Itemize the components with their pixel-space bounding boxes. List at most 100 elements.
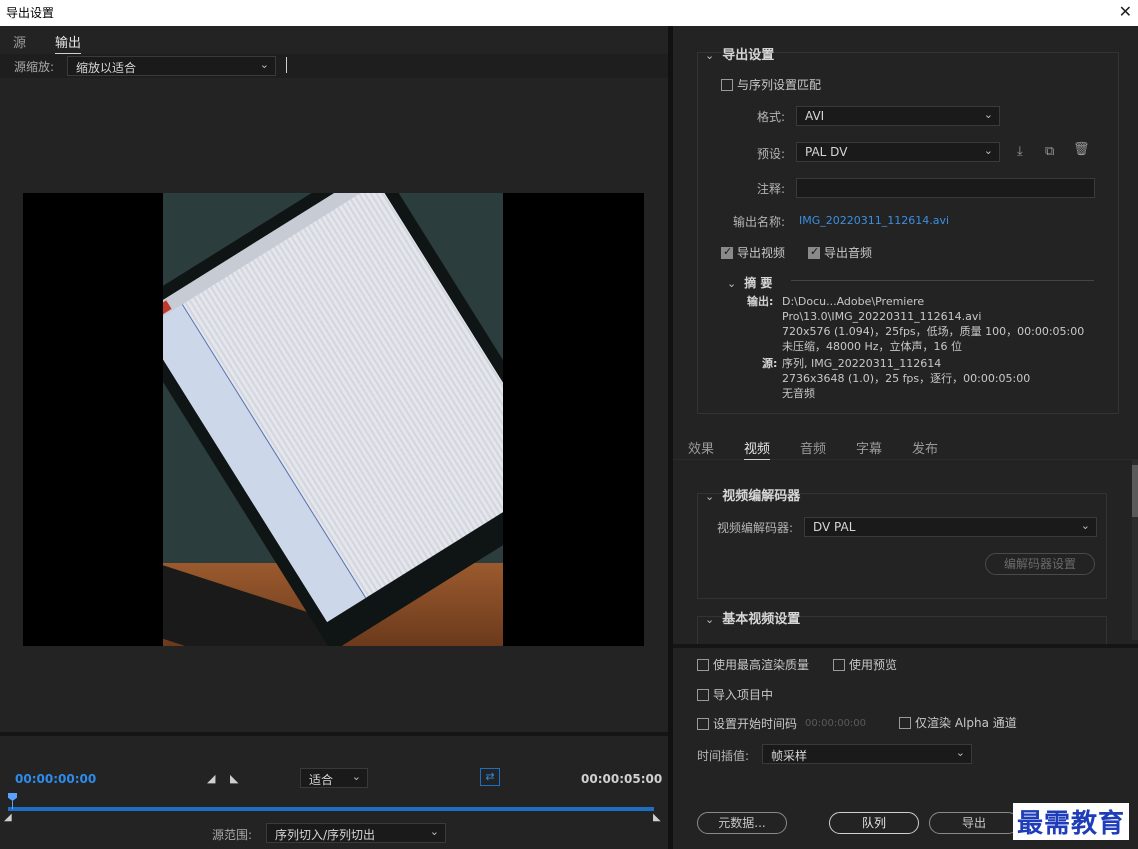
save-preset-icon[interactable]: ⤓ (1017, 144, 1023, 159)
checkbox-box (833, 658, 845, 671)
summary-header[interactable]: ⌄ 摘 要 (727, 274, 772, 291)
left-pane: 源 输出 源缩放: 缩放以适合 ⌄ (0, 26, 668, 849)
video-codec-value: DV PAL (813, 520, 856, 534)
format-select[interactable]: AVI ⌄ (796, 106, 1000, 126)
metadata-button[interactable]: 元数据... (697, 812, 787, 834)
source-range-value: 序列切入/序列切出 (275, 828, 376, 842)
summary-source-line: 无音频 (782, 387, 815, 400)
fit-select[interactable]: 适合 ⌄ (300, 768, 368, 788)
checkbox-box (721, 245, 733, 259)
basic-video-title: 基本视频设置 (722, 612, 801, 627)
playhead[interactable] (8, 793, 18, 809)
video-codec-title: 视频编解码器 (722, 489, 801, 504)
delete-preset-icon[interactable]: 🗑 (1073, 142, 1090, 157)
summary-output-key-text: 输出: (747, 295, 774, 308)
render-alpha-checkbox[interactable]: 仅渲染 Alpha 通道 (899, 714, 1017, 731)
export-audio-label: 导出音频 (824, 246, 873, 260)
output-name-link[interactable]: IMG_20220311_112614.avi (799, 214, 949, 227)
use-previews-checkbox[interactable]: 使用预览 (833, 656, 897, 673)
source-range-label: 源范围: (212, 828, 253, 842)
preset-label: 预设: (756, 147, 785, 161)
watermark-logo: 最需教育 (1013, 803, 1130, 840)
summary-output-line: D:\Docu...Adobe\Premiere Pro\13.0\IMG_20… (782, 295, 982, 323)
end-timecode: 00:00:05:00 (581, 772, 663, 786)
match-sequence-checkbox[interactable]: 与序列设置匹配 (721, 76, 821, 93)
summary-output-text: D:\Docu...Adobe\Premiere Pro\13.0\IMG_20… (782, 294, 1112, 354)
tab-audio[interactable]: 音频 (800, 438, 826, 457)
import-into-project-label: 导入项目中 (713, 688, 774, 702)
bottom-divider[interactable] (673, 644, 1138, 648)
source-zoom-value: 缩放以适合 (76, 61, 137, 75)
window-title: 导出设置 (6, 6, 55, 20)
export-settings-title: 导出设置 (722, 48, 775, 63)
export-audio-checkbox[interactable]: 导出音频 (808, 244, 872, 261)
render-alpha-label: 仅渲染 Alpha 通道 (915, 716, 1017, 730)
video-preview (23, 193, 644, 646)
scrollbar-thumb[interactable] (1132, 465, 1138, 517)
tab-effects[interactable]: 效果 (688, 438, 714, 457)
summary-output-line: 未压缩，48000 Hz，立体声，16 位 (782, 340, 963, 353)
video-codec-select[interactable]: DV PAL ⌄ (804, 517, 1097, 537)
queue-button[interactable]: 队列 (829, 812, 919, 834)
start-tc-value[interactable]: 00:00:00:00 (805, 718, 866, 729)
basic-video-header[interactable]: ⌄ 基本视频设置 (705, 608, 800, 627)
timeline-divider (0, 732, 668, 736)
summary-title: 摘 要 (744, 276, 773, 290)
comment-input[interactable] (796, 178, 1095, 198)
tab-captions[interactable]: 字幕 (856, 438, 882, 457)
out-point-handle-icon[interactable]: ◣ (653, 812, 661, 823)
current-timecode[interactable]: 00:00:00:00 (15, 772, 96, 786)
summary-source-key: 源: (762, 356, 777, 371)
tab-publish[interactable]: 发布 (912, 438, 938, 457)
checkbox-box (697, 688, 709, 701)
settings-scrollbar[interactable] (1132, 460, 1138, 640)
tab-video[interactable]: 视频 (744, 438, 771, 460)
summary-source-text: 序列, IMG_20220311_112614 2736x3648 (1.0)，… (782, 356, 1112, 401)
max-render-quality-checkbox[interactable]: 使用最高渲染质量 (697, 656, 809, 673)
chevron-down-icon: ⌄ (705, 613, 715, 626)
scrub-bar[interactable] (8, 807, 654, 811)
match-sequence-label: 与序列设置匹配 (737, 78, 822, 92)
time-interp-select[interactable]: 帧采样 ⌄ (762, 744, 972, 764)
playhead-icon (8, 793, 17, 801)
chevron-down-icon: ⌄ (351, 770, 361, 783)
checkbox-box (697, 658, 709, 671)
export-video-checkbox[interactable]: 导出视频 (721, 244, 785, 261)
export-settings-header[interactable]: ⌄ 导出设置 (705, 44, 774, 63)
title-bar: 导出设置 ✕ (0, 0, 1138, 26)
preview-frame-image (163, 193, 503, 646)
close-icon[interactable]: ✕ (1119, 2, 1132, 21)
summary-source-line: 2736x3648 (1.0)，25 fps，逐行，00:00:05:00 (782, 372, 1031, 385)
time-interp-label: 时间插值: (697, 749, 750, 763)
tab-source[interactable]: 源 (13, 32, 26, 51)
video-codec-header[interactable]: ⌄ 视频编解码器 (705, 485, 800, 504)
video-codec-panel (697, 493, 1107, 599)
import-into-project-checkbox[interactable]: 导入项目中 (697, 686, 773, 703)
set-start-tc-checkbox[interactable]: 设置开始时间码 00:00:00:00 (697, 715, 866, 732)
chevron-down-icon: ⌄ (705, 490, 715, 503)
export-button[interactable]: 导出 (929, 812, 1019, 834)
comment-label: 注释: (756, 182, 785, 196)
summary-source-line: 序列, IMG_20220311_112614 (782, 357, 942, 370)
chevron-down-icon: ⌄ (1080, 519, 1090, 532)
in-point-handle-icon[interactable]: ◢ (4, 812, 12, 823)
source-zoom-row: 源缩放: 缩放以适合 ⌄ (0, 54, 668, 78)
chevron-down-icon: ⌄ (983, 108, 993, 121)
codec-settings-button[interactable]: 编解码器设置 (985, 553, 1095, 575)
preset-select[interactable]: PAL DV ⌄ (796, 142, 1000, 162)
tab-output[interactable]: 输出 (55, 32, 82, 54)
source-zoom-select[interactable]: 缩放以适合 ⌄ (67, 56, 276, 76)
text-cursor (286, 57, 287, 73)
preset-value: PAL DV (805, 145, 848, 159)
source-range-select[interactable]: 序列切入/序列切出 ⌄ (266, 823, 446, 843)
mark-in-icon[interactable]: ◢ (207, 772, 215, 785)
export-video-label: 导出视频 (737, 246, 786, 260)
time-interp-value: 帧采样 (771, 749, 808, 763)
chevron-down-icon: ⌄ (429, 825, 439, 838)
import-preset-icon[interactable]: ⧉ (1045, 144, 1054, 159)
mark-out-icon[interactable]: ◣ (230, 772, 238, 785)
loop-icon[interactable]: ⇄ (480, 768, 500, 786)
summary-source-key-text: 源: (762, 357, 778, 370)
playhead-stem (12, 801, 13, 809)
chevron-down-icon: ⌄ (259, 58, 269, 71)
